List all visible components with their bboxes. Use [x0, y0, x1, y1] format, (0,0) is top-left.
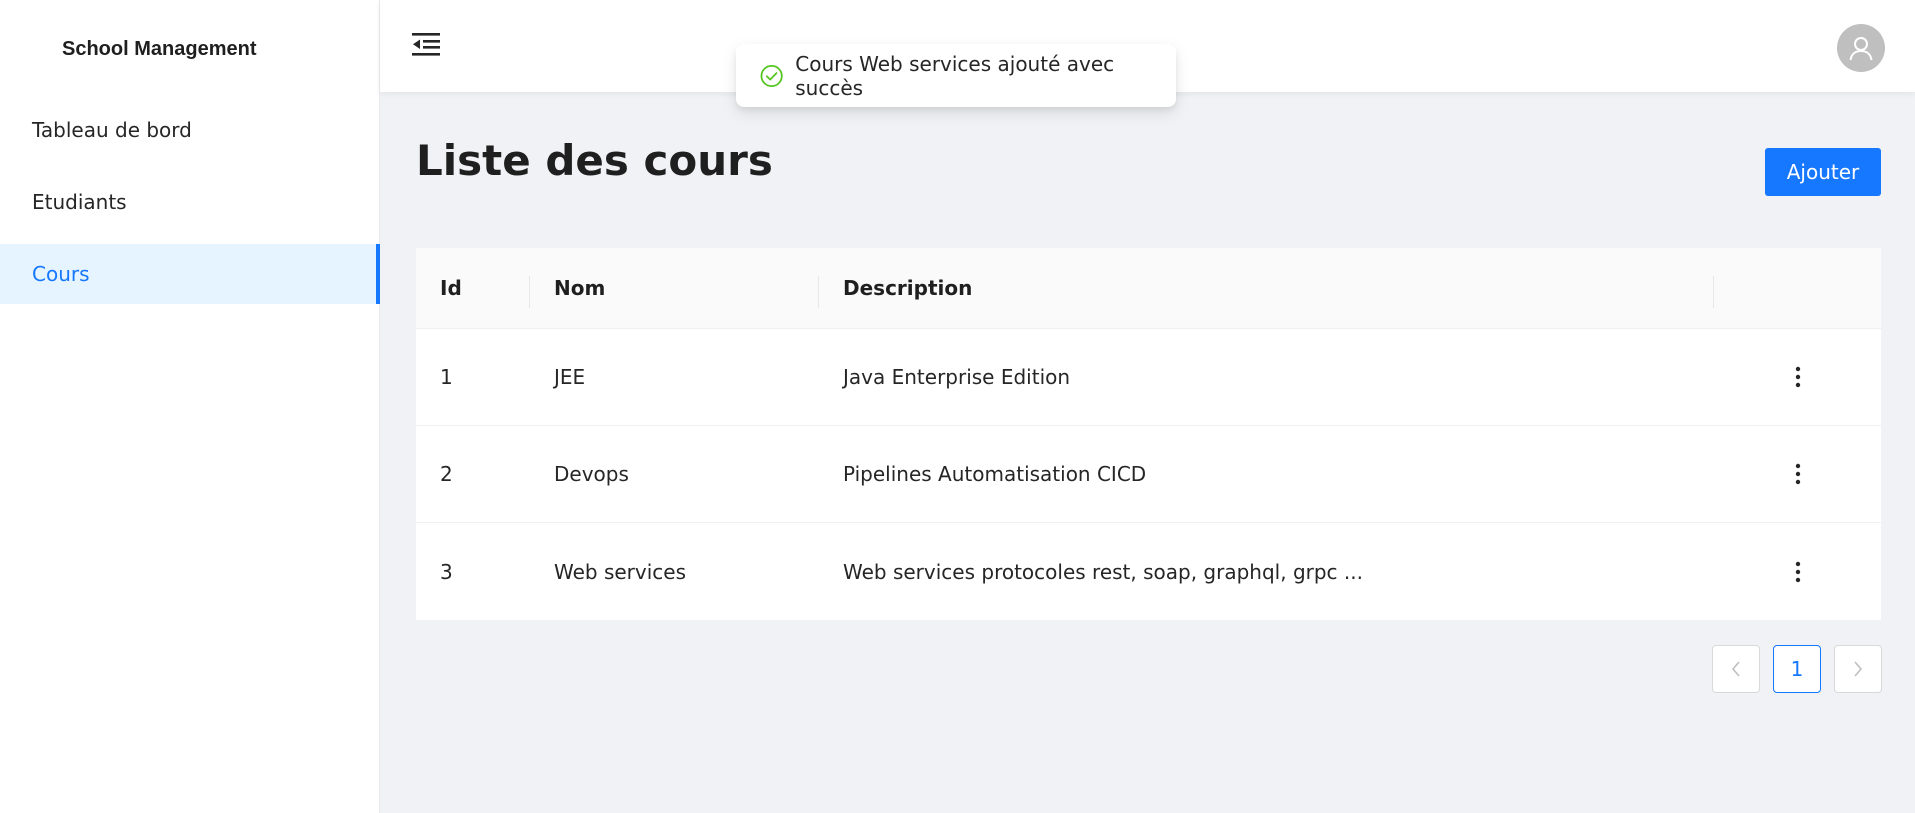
courses-table: Id Nom Description 1 JEE Java Enterprise…: [416, 248, 1881, 620]
table-row: 2 Devops Pipelines Automatisation CICD: [416, 426, 1881, 523]
cell-description: Pipelines Automatisation CICD: [843, 462, 1147, 486]
check-circle-icon: [760, 64, 783, 87]
app-root: School Management Tableau de bord Etudia…: [0, 0, 1915, 813]
cell-description: Java Enterprise Edition: [843, 365, 1071, 389]
add-course-button[interactable]: Ajouter: [1765, 148, 1881, 196]
cell-actions: [1714, 460, 1881, 488]
sidebar-item-cours[interactable]: Cours: [0, 244, 380, 304]
success-toast: Cours Web services ajouté avec succès: [736, 44, 1176, 107]
toast-message: Cours Web services ajouté avec succès: [795, 51, 1115, 100]
sidebar-item-label: Etudiants: [32, 190, 127, 214]
chevron-left-icon: [1731, 661, 1740, 677]
sidebar-item-label: Tableau de bord: [32, 118, 192, 142]
more-vertical-icon[interactable]: [1784, 460, 1812, 488]
sidebar-item-etudiants[interactable]: Etudiants: [0, 172, 380, 232]
pagination-next-button[interactable]: [1834, 645, 1882, 693]
sidebar-item-label: Cours: [32, 262, 90, 286]
sidebar: School Management Tableau de bord Etudia…: [0, 0, 380, 813]
page-title: Liste des cours: [416, 136, 773, 185]
cell-id: 1: [440, 365, 453, 389]
user-icon: [1849, 37, 1873, 61]
sidebar-item-tableau-de-bord[interactable]: Tableau de bord: [0, 100, 380, 160]
pagination-prev-button[interactable]: [1712, 645, 1760, 693]
column-header-actions: [1714, 248, 1881, 328]
cell-id: 2: [440, 462, 453, 486]
main-content: Liste des cours Ajouter Id Nom Descripti…: [380, 92, 1915, 813]
column-header-nom: Nom: [530, 248, 819, 328]
more-vertical-icon[interactable]: [1784, 558, 1812, 586]
menu-fold-icon[interactable]: [410, 28, 442, 60]
table-row: 3 Web services Web services protocoles r…: [416, 523, 1881, 620]
user-avatar[interactable]: [1837, 24, 1885, 72]
pagination: 1: [1712, 645, 1882, 693]
table-header: Id Nom Description: [416, 248, 1881, 329]
cell-id: 3: [440, 559, 453, 584]
cell-nom: JEE: [554, 365, 586, 389]
table-row: 1 JEE Java Enterprise Edition: [416, 329, 1881, 426]
cell-nom: Devops: [554, 462, 629, 486]
chevron-right-icon: [1854, 661, 1863, 677]
pagination-page-current[interactable]: 1: [1773, 645, 1821, 693]
more-vertical-icon[interactable]: [1784, 363, 1812, 391]
column-header-id: Id: [416, 248, 530, 328]
sidebar-nav: Tableau de bord Etudiants Cours: [0, 100, 380, 316]
cell-actions: [1714, 558, 1881, 586]
column-header-description: Description: [819, 248, 1714, 328]
cell-description: Web services protocoles rest, soap, grap…: [843, 559, 1363, 584]
cell-actions: [1714, 363, 1881, 391]
app-brand: School Management: [62, 38, 257, 60]
cell-nom: Web services: [554, 559, 687, 584]
